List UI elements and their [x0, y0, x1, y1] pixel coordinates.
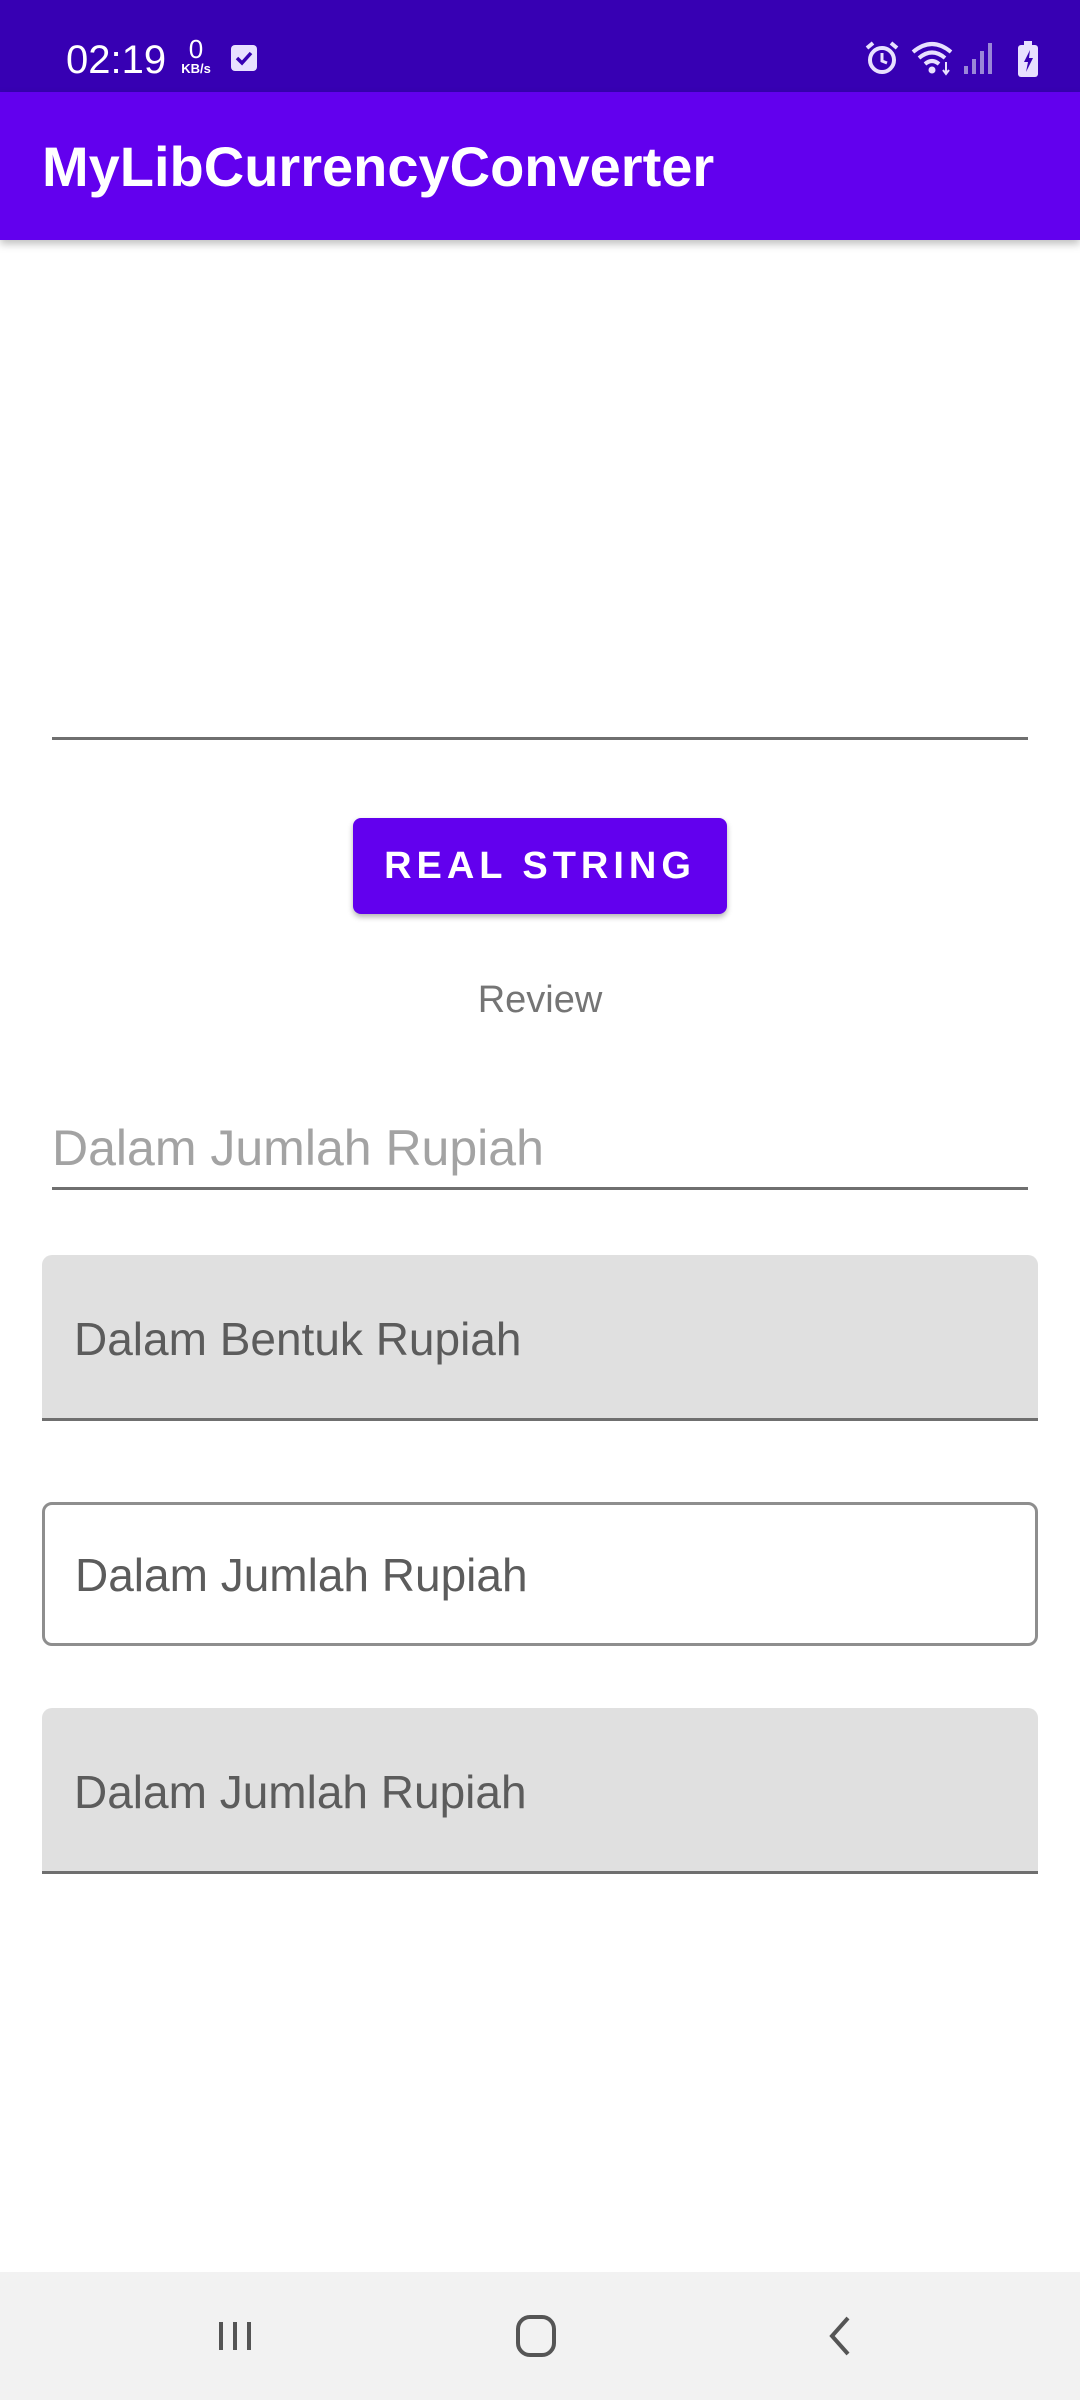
jumlah-rupiah-filled-field[interactable]: Dalam Jumlah Rupiah: [42, 1708, 1038, 1874]
app-title: MyLibCurrencyConverter: [42, 135, 715, 198]
network-speed-value: 0: [188, 34, 204, 64]
signal-icon: [964, 43, 992, 74]
recent-apps-icon[interactable]: [196, 2306, 276, 2366]
string-input[interactable]: [52, 640, 1028, 740]
amount-input[interactable]: [52, 1108, 1028, 1190]
status-bar: 02:19 0 KB/s: [0, 0, 1080, 92]
navigation-bar: [0, 2272, 1080, 2400]
status-time: 02:19: [66, 38, 167, 82]
bentuk-rupiah-field[interactable]: Dalam Bentuk Rupiah: [42, 1255, 1038, 1421]
jumlah-rupiah-outlined-text: Dalam Jumlah Rupiah: [75, 1549, 528, 1601]
home-icon[interactable]: [496, 2306, 576, 2366]
app-bar: MyLibCurrencyConverter: [0, 92, 1080, 240]
alarm-icon: [865, 41, 899, 74]
back-icon[interactable]: [800, 2306, 880, 2366]
check-box-icon: [230, 44, 258, 77]
real-string-button[interactable]: REAL STRING: [353, 818, 727, 914]
network-speed-unit: KB/s: [181, 61, 211, 76]
jumlah-rupiah-filled-text: Dalam Jumlah Rupiah: [74, 1766, 527, 1818]
review-text: Review: [477, 979, 603, 1021]
bentuk-rupiah-text: Dalam Bentuk Rupiah: [74, 1313, 522, 1365]
battery-charging-icon: [1018, 41, 1038, 77]
network-speed: 0 KB/s: [174, 36, 218, 76]
jumlah-rupiah-outlined-field[interactable]: Dalam Jumlah Rupiah: [42, 1502, 1038, 1646]
wifi-icon: [911, 42, 953, 76]
